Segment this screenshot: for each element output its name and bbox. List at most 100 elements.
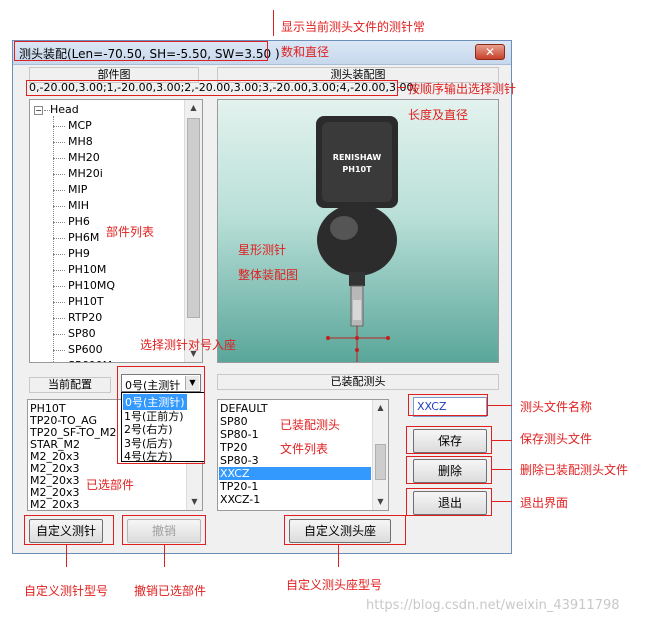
collapse-toggle-icon[interactable]: − xyxy=(34,106,43,115)
tree-item[interactable]: MIH xyxy=(68,199,89,212)
tree-connector xyxy=(53,174,65,175)
parts-tree-scrollbar[interactable]: ▲ ▼ xyxy=(184,100,202,362)
current-config-header: 当前配置 xyxy=(29,377,111,393)
assembled-list-item[interactable]: TP20-1 xyxy=(220,480,258,493)
probe-sphere-highlight xyxy=(330,216,358,240)
assembled-list-item[interactable]: SP80-3 xyxy=(220,454,259,467)
tree-connector xyxy=(53,254,65,255)
annotation-box-delete xyxy=(406,456,492,484)
annotation-length: 长度及直径 xyxy=(408,108,469,122)
annotation-selected-parts: 已选部件 xyxy=(86,478,135,492)
tree-item[interactable]: MH20i xyxy=(68,167,103,180)
annotation-line xyxy=(492,501,512,502)
annotation-line xyxy=(492,440,512,441)
close-button[interactable]: ✕ xyxy=(475,44,505,60)
probe-brand-label: RENISHAW xyxy=(333,153,382,162)
annotation-order: 按顺序输出选择测针 xyxy=(408,82,517,96)
probe-stem-shine xyxy=(353,300,361,320)
annotation-undo: 撤销已选部件 xyxy=(134,584,207,598)
scroll-thumb[interactable] xyxy=(375,444,386,480)
tree-connector xyxy=(53,158,65,159)
tree-connector xyxy=(53,190,65,191)
tree-item[interactable]: MCP xyxy=(68,119,92,132)
tree-item[interactable]: PH10M xyxy=(68,263,106,276)
stylus-tip-bottom xyxy=(355,348,359,352)
annotation-line xyxy=(273,10,274,36)
tree-item[interactable]: PH6M xyxy=(68,231,99,244)
tree-connector xyxy=(53,270,65,271)
tree-root-label[interactable]: Head xyxy=(50,103,79,116)
probe-head-face xyxy=(322,122,392,202)
annotation-line xyxy=(398,87,406,88)
annotation-box-title xyxy=(14,41,268,61)
annotation-star-1: 星形测针 xyxy=(238,243,287,257)
tree-item[interactable]: SP600M xyxy=(68,359,112,362)
annotation-box-custom-seat xyxy=(284,515,406,545)
scroll-thumb[interactable] xyxy=(187,118,200,318)
scroll-down-icon[interactable]: ▼ xyxy=(187,494,202,510)
annotation-line xyxy=(164,545,165,567)
tree-item[interactable]: PH10MQ xyxy=(68,279,115,292)
probe-model-label: PH10T xyxy=(342,165,372,174)
assembled-list-item[interactable]: XXCZ xyxy=(219,467,371,480)
annotation-parts-list: 部件列表 xyxy=(106,225,155,239)
annotation-box-custom-probe xyxy=(24,515,114,545)
annotation-box-combo xyxy=(117,366,205,464)
annotation-box-undo xyxy=(122,515,206,545)
assembled-list-item[interactable]: TP20 xyxy=(220,441,247,454)
annotation-exit: 退出界面 xyxy=(520,496,569,510)
annotation-box-save xyxy=(406,426,492,454)
scroll-up-icon[interactable]: ▲ xyxy=(373,400,388,416)
tree-item[interactable]: SP80 xyxy=(68,327,96,340)
tree-connector xyxy=(53,286,65,287)
tree-item[interactable]: MH20 xyxy=(68,151,100,164)
annotation-save: 保存测头文件 xyxy=(520,432,593,446)
annotation-file-name: 测头文件名称 xyxy=(520,400,593,414)
tree-connector xyxy=(53,350,65,351)
tree-connector xyxy=(53,318,65,319)
tree-connector xyxy=(53,126,65,127)
tree-item[interactable]: RTP20 xyxy=(68,311,102,324)
annotation-star-2: 整体装配图 xyxy=(238,268,299,282)
annotation-line xyxy=(488,405,512,406)
annotation-box-stylus-info xyxy=(26,80,398,96)
annotation-delete: 删除已装配测头文件 xyxy=(520,463,629,477)
annotation-select-probe: 选择测针对号入座 xyxy=(140,338,237,352)
probe-sphere xyxy=(317,204,397,276)
tree-connector xyxy=(53,142,65,143)
assembled-list-item[interactable]: SP80 xyxy=(220,415,248,428)
scroll-down-icon[interactable]: ▼ xyxy=(373,494,388,510)
scroll-up-icon[interactable]: ▲ xyxy=(185,100,202,116)
tree-item[interactable]: PH9 xyxy=(68,247,90,260)
stylus-tip-center xyxy=(355,336,359,340)
tree-item[interactable]: MH8 xyxy=(68,135,93,148)
annotation-line xyxy=(492,469,512,470)
tree-item[interactable]: PH6 xyxy=(68,215,90,228)
tree-connector xyxy=(53,334,65,335)
annotation-box-input xyxy=(408,394,488,416)
tree-item[interactable]: PH10T xyxy=(68,295,104,308)
tree-item[interactable]: SP600 xyxy=(68,343,103,356)
tree-connector xyxy=(53,206,65,207)
stylus-tip-right xyxy=(386,336,390,340)
stylus-tip-left xyxy=(326,336,330,340)
tree-connector xyxy=(53,302,65,303)
assembled-header: 已装配测头 xyxy=(217,374,499,390)
annotation-top-2: 数和直径 xyxy=(281,45,330,59)
assembled-list-item[interactable]: XXCZ-1 xyxy=(220,493,260,506)
assembled-list-item[interactable]: SP80-1 xyxy=(220,428,259,441)
config-list-item[interactable]: M2_20x3 xyxy=(30,498,80,510)
annotation-custom-probe: 自定义测针型号 xyxy=(24,584,109,598)
annotation-custom-seat: 自定义测头座型号 xyxy=(286,578,383,592)
watermark: https://blog.csdn.net/weixin_43911798 xyxy=(366,598,620,613)
tree-connector xyxy=(53,222,65,223)
annotation-box-exit xyxy=(406,488,492,516)
annotation-line xyxy=(66,545,67,567)
assembled-list-item[interactable]: DEFAULT xyxy=(220,402,268,415)
assembled-list-scrollbar[interactable]: ▲ ▼ xyxy=(372,400,388,510)
annotation-line xyxy=(338,545,339,567)
assembly-view: RENISHAW PH10T xyxy=(217,99,499,363)
annotation-top-1: 显示当前测头文件的测针常 xyxy=(281,20,426,34)
annotation-assembled-2: 文件列表 xyxy=(280,442,329,456)
tree-item[interactable]: MIP xyxy=(68,183,87,196)
